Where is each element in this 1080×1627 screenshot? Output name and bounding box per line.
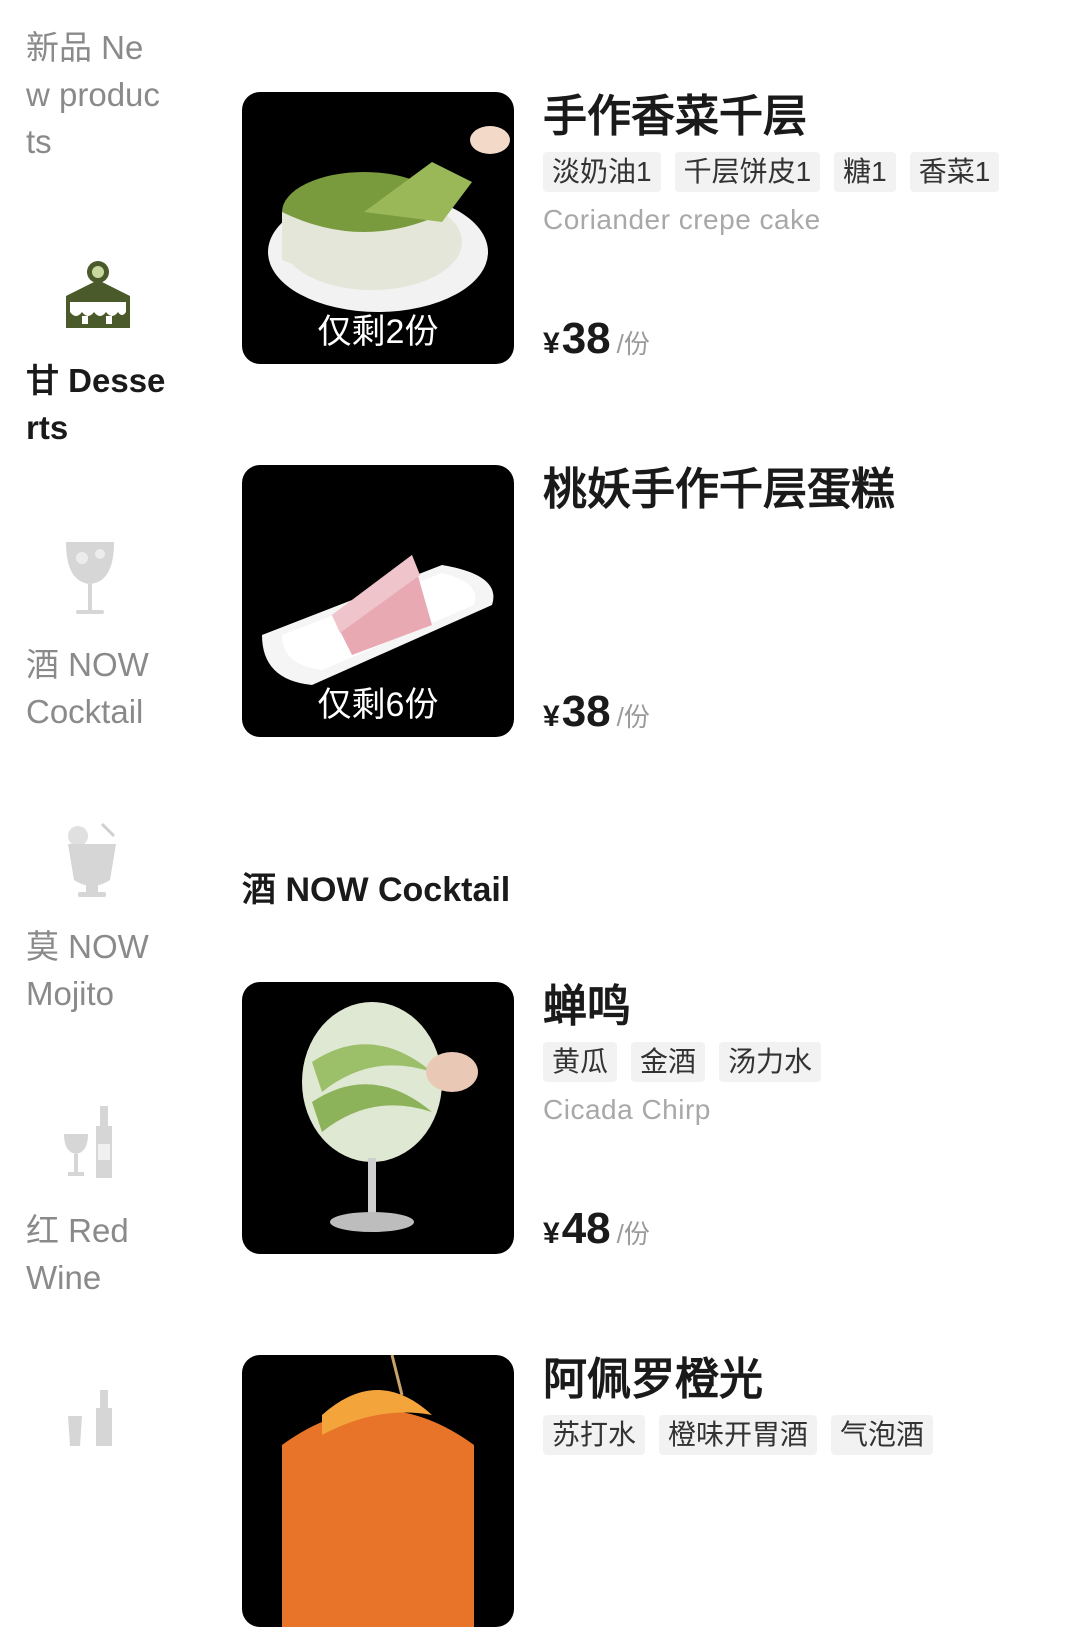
ingredient-tag: 千层饼皮1 (674, 152, 821, 192)
product-list: 仅剩2份 手作香菜千层 淡奶油1 千层饼皮1 糖1 香菜1 Coriander … (242, 0, 1080, 1627)
product-subtitle: Coriander crepe cake (543, 204, 821, 235)
price-currency: ¥ (543, 1217, 560, 1250)
product-card[interactable]: 蝉鸣 黄瓜 金酒 汤力水 Cicada Chirp ¥ 48 /份 (242, 982, 1042, 1254)
sidebar-item-label: 红 Red Wine (26, 1212, 129, 1296)
sidebar-item-mojito[interactable]: 莫 NOW Mojito (26, 822, 196, 1017)
price-amount: 38 (561, 314, 611, 363)
ingredient-tag: 香菜1 (909, 152, 1000, 192)
product-image[interactable]: 仅剩6份 (242, 465, 514, 737)
price-currency: ¥ (543, 327, 560, 360)
price-amount: 48 (561, 1204, 611, 1253)
product-title: 桃妖手作千层蛋糕 (543, 465, 895, 514)
product-price: ¥ 38 /份 (543, 314, 650, 364)
sidebar-item-red-wine[interactable]: 红 Red Wine (26, 1104, 196, 1301)
ingredient-tags: 淡奶油1 千层饼皮1 糖1 香菜1 (543, 152, 1000, 192)
sidebar-item-label: 甘 Desserts (26, 362, 166, 446)
ingredient-tag: 糖1 (834, 152, 896, 192)
category-sidebar: 新品 New products 甘 Desserts 酒 NOW Cocktai… (0, 0, 210, 1446)
ingredient-tag: 橙味开胃酒 (659, 1415, 818, 1455)
sidebar-item-desserts[interactable]: 甘 Desserts (26, 256, 196, 451)
champagne-icon (62, 1386, 196, 1451)
price-unit: /份 (616, 702, 650, 732)
product-price: ¥ 38 /份 (543, 687, 650, 737)
ingredient-tag: 汤力水 (719, 1042, 822, 1082)
sidebar-item-label: 莫 NOW Mojito (26, 928, 149, 1012)
price-currency: ¥ (543, 700, 560, 733)
stock-label: 仅剩6份 (317, 686, 439, 724)
sidebar-item-more[interactable] (26, 1386, 196, 1469)
product-image[interactable] (242, 982, 514, 1254)
ingredient-tag: 苏打水 (543, 1415, 646, 1455)
stock-label: 仅剩2份 (317, 313, 439, 351)
sidebar-item-label: 新品 New products (26, 29, 160, 160)
sidebar-item-label: 酒 NOW Cocktail (26, 646, 149, 730)
mojito-icon (62, 822, 196, 905)
ingredient-tag: 黄瓜 (543, 1042, 618, 1082)
cake-icon (62, 256, 196, 339)
product-card[interactable]: 阿佩罗橙光 苏打水 橙味开胃酒 气泡酒 (242, 1355, 1042, 1627)
ingredient-tag: 金酒 (631, 1042, 706, 1082)
product-title: 阿佩罗橙光 (543, 1355, 763, 1404)
ingredient-tags: 苏打水 橙味开胃酒 气泡酒 (543, 1415, 934, 1455)
ingredient-tag: 淡奶油1 (543, 152, 661, 192)
product-image[interactable]: 仅剩2份 (242, 92, 514, 364)
wine-bottle-icon (62, 1104, 196, 1189)
product-card[interactable]: 仅剩2份 手作香菜千层 淡奶油1 千层饼皮1 糖1 香菜1 Coriander … (242, 92, 1042, 364)
sidebar-item-new-products[interactable]: 新品 New products (26, 24, 196, 165)
product-image[interactable] (242, 1355, 514, 1627)
sidebar-item-cocktail[interactable]: 酒 NOW Cocktail (26, 538, 196, 735)
ingredient-tag: 气泡酒 (831, 1415, 934, 1455)
wine-glass-icon (62, 538, 196, 623)
ingredient-tags: 黄瓜 金酒 汤力水 (543, 1042, 822, 1082)
price-amount: 38 (561, 687, 611, 736)
product-title: 手作香菜千层 (543, 92, 807, 141)
section-title: 酒 NOW Cocktail (242, 871, 511, 909)
product-card[interactable]: 仅剩6份 桃妖手作千层蛋糕 ¥ 38 /份 (242, 465, 1042, 737)
product-price: ¥ 48 /份 (543, 1204, 650, 1254)
price-unit: /份 (616, 1219, 650, 1249)
product-subtitle: Cicada Chirp (543, 1094, 711, 1125)
product-title: 蝉鸣 (543, 982, 631, 1031)
price-unit: /份 (616, 329, 650, 359)
